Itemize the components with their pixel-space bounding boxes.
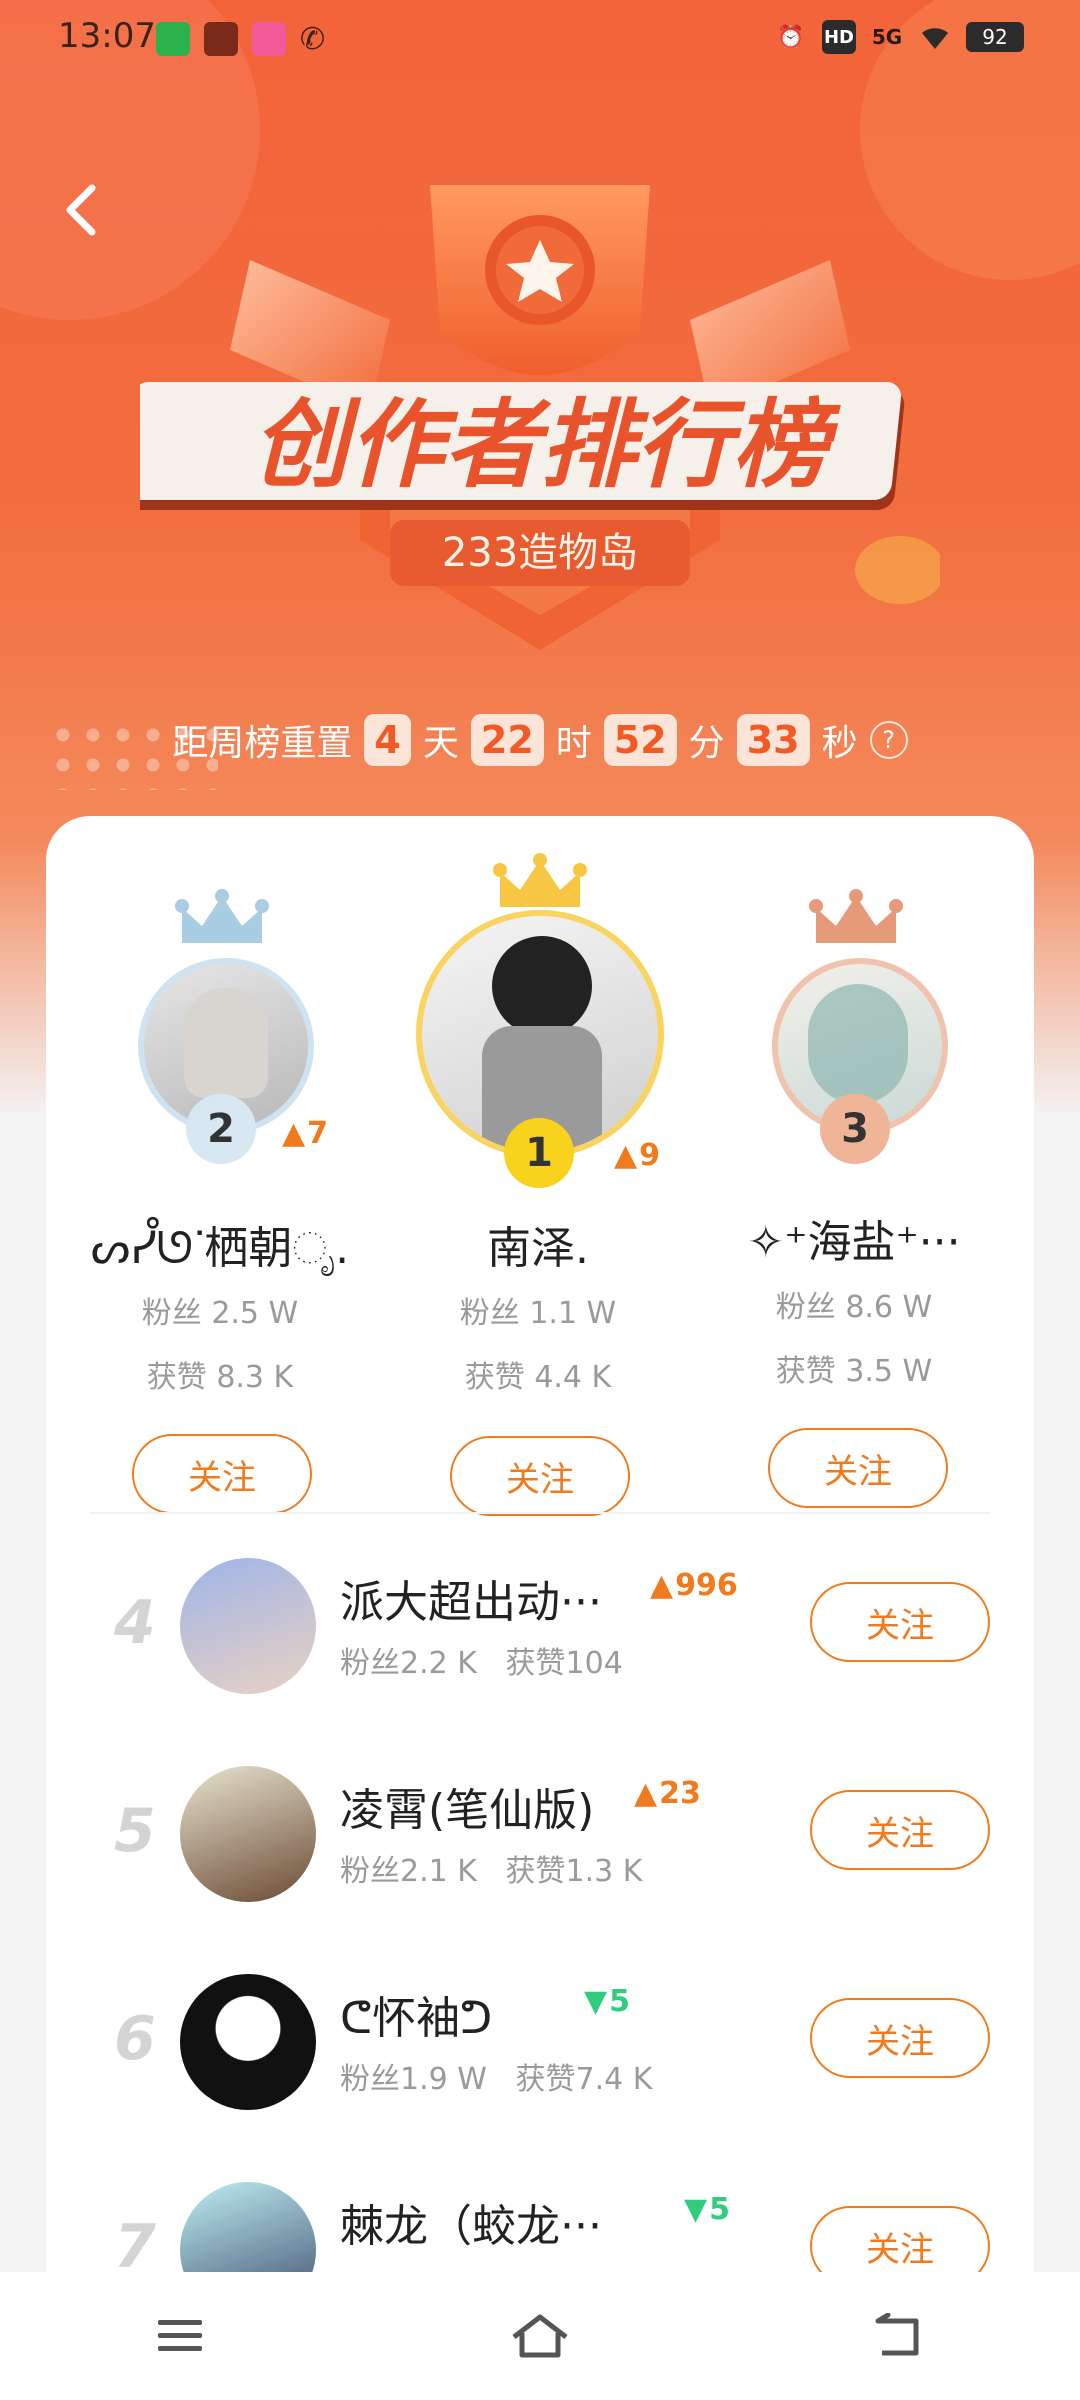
likes-stat: 获赞 4.4 K (464, 1360, 612, 1395)
countdown-hours-unit: 时 (555, 723, 592, 764)
rank-badge: 3 (820, 1094, 890, 1164)
banner-title: 创作者排行榜 (252, 389, 841, 501)
follow-button[interactable]: 关注 (450, 1436, 630, 1516)
menu-icon (158, 2320, 202, 2351)
countdown-days: 4 (364, 714, 411, 766)
countdown-minutes: 52 (603, 714, 677, 766)
rank-number: 4 (114, 1588, 156, 1658)
app-notification-icon (252, 22, 286, 56)
system-nav-bar (0, 2272, 1080, 2400)
rank-change: ▲ 996 (650, 1568, 738, 1603)
home-icon (512, 2314, 568, 2358)
missed-call-icon: ✆ (300, 22, 326, 57)
signal-5g-icon: 5G (871, 25, 903, 49)
reset-countdown: 距周榜重置 4 天 22 时 52 分 33 秒 ? (0, 714, 1080, 766)
creator-name: 派大超出动··· (340, 1577, 602, 1628)
rank-number: 5 (114, 1796, 156, 1866)
crown-icon (175, 889, 269, 943)
crown-icon (809, 889, 903, 943)
creator-name: 凌霄(笔仙版) (340, 1785, 595, 1836)
back-nav-button[interactable] (855, 2301, 945, 2371)
arrow-up-icon: ▲ (650, 1568, 674, 1603)
follow-button[interactable]: 关注 (132, 1434, 312, 1514)
rank-change: ▼ 5 (584, 1984, 630, 2019)
follow-button[interactable]: 关注 (810, 1582, 990, 1662)
wifi-icon (918, 20, 952, 54)
list-item[interactable]: 6 ᕦ怀袖ᕤ ▼ 5 粉丝1.9 W 获赞7.4 K 关注 (46, 1960, 1034, 2140)
avatar-illustration (184, 988, 268, 1098)
countdown-minutes-unit: 分 (688, 723, 725, 764)
creator-name: ᕦ怀袖ᕤ (340, 1993, 493, 2044)
fans-stat: 粉丝 8.6 W (775, 1290, 933, 1325)
app-notification-icon (204, 22, 238, 56)
avatar-illustration (808, 984, 908, 1104)
countdown-seconds: 33 (736, 714, 810, 766)
alarm-icon: ⏰ (777, 24, 805, 50)
return-icon (875, 2313, 919, 2356)
creator-name: ᔕᓮᘎᐝ栖朝ೃ. (90, 1223, 350, 1274)
rank-badge: 2 (186, 1094, 256, 1164)
list-item[interactable]: 4 派大超出动··· ▲ 996 粉丝2.2 K 获赞104 关注 (46, 1544, 1034, 1724)
rank-change: ▼ 5 (684, 2192, 730, 2227)
banner-subtitle: 233造物岛 (442, 530, 638, 576)
help-icon[interactable]: ? (869, 721, 908, 759)
creator-name: 南泽. (487, 1223, 589, 1274)
status-time: 13:07 (58, 16, 156, 56)
menu-button[interactable] (135, 2301, 225, 2371)
chevron-left-icon (66, 184, 96, 236)
follow-button[interactable]: 关注 (810, 1998, 990, 2078)
rank-badge: 1 (504, 1118, 574, 1188)
arrow-up-icon: ▲ (282, 1116, 306, 1151)
creator-stats: 粉丝2.1 K 获赞1.3 K (340, 1854, 643, 1889)
rank-change: ▲ 23 (634, 1776, 701, 1811)
avatar[interactable] (180, 1766, 316, 1902)
avatar-illustration (492, 936, 592, 1036)
rank-change: ▲ 9 (614, 1138, 660, 1173)
fans-stat: 粉丝 1.1 W (459, 1296, 617, 1331)
arrow-up-icon: ▲ (634, 1776, 658, 1811)
podium: 2 ▲ 7 ᔕᓮᘎᐝ栖朝ೃ. 粉丝 2.5 W 获赞 8.3 K 关注 1 ▲ … (46, 816, 1034, 1516)
arrow-down-icon: ▼ (584, 1984, 608, 2019)
avatar[interactable] (180, 1974, 316, 2110)
notification-icons: ✆ (156, 22, 334, 57)
follow-button[interactable]: 关注 (810, 1790, 990, 1870)
status-icons: ⏰ HD 5G 92 (774, 20, 1024, 54)
rank-number: 6 (114, 2004, 156, 2074)
avatar[interactable] (180, 1558, 316, 1694)
app-notification-icon (156, 22, 190, 56)
countdown-prefix: 距周榜重置 (172, 723, 353, 764)
back-button[interactable] (58, 180, 108, 240)
likes-stat: 获赞 3.5 W (775, 1354, 933, 1389)
creator-stats: 粉丝1.9 W 获赞7.4 K (340, 2062, 653, 2097)
leaderboard-card: 2 ▲ 7 ᔕᓮᘎᐝ栖朝ೃ. 粉丝 2.5 W 获赞 8.3 K 关注 1 ▲ … (46, 816, 1034, 2400)
likes-stat: 获赞 8.3 K (146, 1360, 294, 1395)
list-item[interactable]: 5 凌霄(笔仙版) ▲ 23 粉丝2.1 K 获赞1.3 K 关注 (46, 1752, 1034, 1932)
battery-indicator: 92 (966, 22, 1024, 52)
divider (90, 1512, 990, 1514)
countdown-hours: 22 (470, 714, 544, 766)
arrow-down-icon: ▼ (684, 2192, 708, 2227)
creator-name: 棘龙（蛟龙··· (340, 2201, 602, 2252)
arrow-up-icon: ▲ (614, 1138, 638, 1173)
home-button[interactable] (495, 2301, 585, 2371)
trophy-graphic: 创作者排行榜 233造物岛 (140, 185, 940, 650)
creator-name: ✧⁺海盐⁺··· (747, 1217, 961, 1268)
crown-icon (493, 853, 587, 907)
fans-stat: 粉丝 2.5 W (141, 1296, 299, 1331)
follow-button[interactable]: 关注 (768, 1428, 948, 1508)
creator-stats: 粉丝2.2 K 获赞104 (340, 1646, 623, 1681)
countdown-days-unit: 天 (422, 723, 459, 764)
hd-icon: HD (822, 20, 856, 54)
status-bar: 13:07 ✆ ⏰ HD 5G 92 (0, 0, 1080, 80)
countdown-seconds-unit: 秒 (821, 723, 858, 764)
rank-change: ▲ 7 (282, 1116, 328, 1151)
